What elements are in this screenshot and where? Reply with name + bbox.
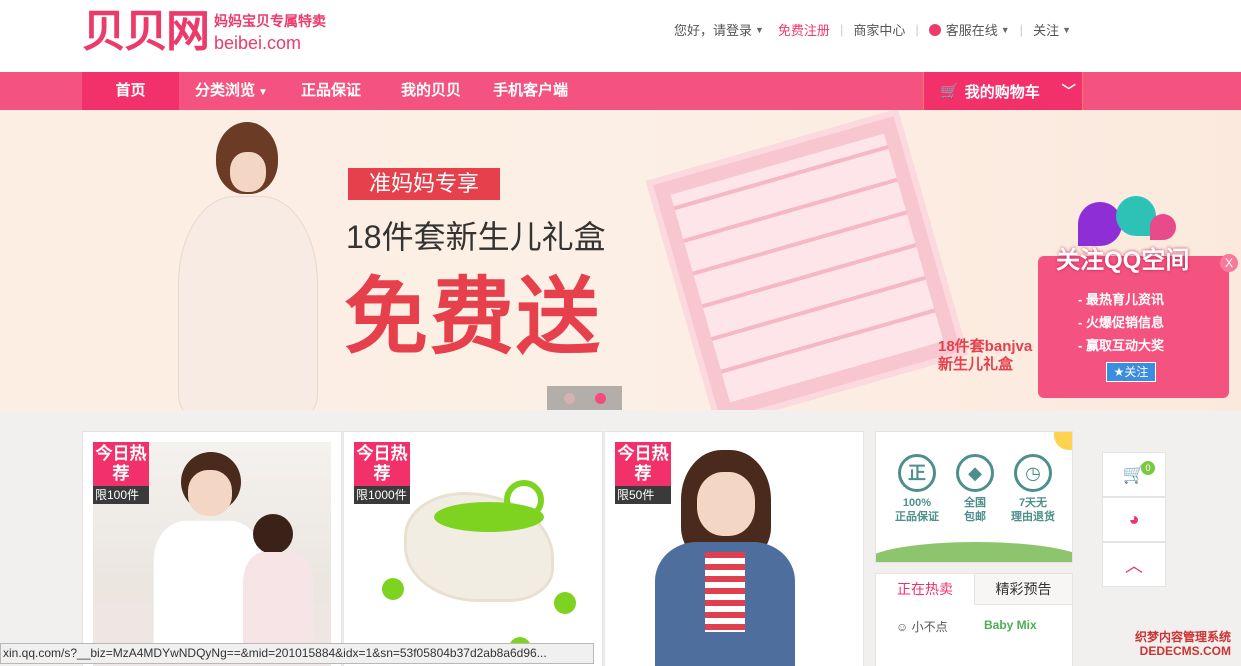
header: 贝贝网 妈妈宝贝专属特卖 beibei.com 您好， 请登录 ▼ 免费注册 | … xyxy=(0,0,1241,72)
nav-home[interactable]: 首页 xyxy=(82,72,179,110)
nav-categories[interactable]: 分类浏览 ▼ xyxy=(195,72,268,110)
top-links: 您好， 请登录 ▼ 免费注册 | 商家中心 | 客服在线 ▼ | 关注 ▼ xyxy=(674,20,1071,39)
qq-follow-button[interactable]: ★关注 xyxy=(1106,362,1156,382)
main-nav: 首页 分类浏览 ▼ 正品保证 我的贝贝 手机客户端 🛒 我的购物车 ﹀ xyxy=(0,72,1241,110)
sidebar-service-button[interactable]: ◕ xyxy=(1102,497,1166,542)
qq-widget-title: 关注QQ空间 xyxy=(1056,247,1190,274)
chevron-down-icon: ▼ xyxy=(1062,24,1071,35)
sun-icon xyxy=(1054,432,1072,450)
nav-genuine[interactable]: 正品保证 xyxy=(301,72,361,110)
cart-count-badge: 0 xyxy=(1141,461,1155,475)
logo-mark: 贝贝网 xyxy=(82,6,210,57)
gift-box-image xyxy=(645,110,969,410)
pregnant-woman-image xyxy=(168,122,318,410)
clock-icon: ◷ xyxy=(1014,454,1052,492)
headset-icon xyxy=(928,23,941,36)
hot-badge: 今日热荐 限1000件 xyxy=(354,442,410,504)
nav-my-beibei[interactable]: 我的贝贝 xyxy=(401,72,461,110)
product-card[interactable]: 今日热荐 限100件 xyxy=(82,431,342,666)
carousel-dots xyxy=(547,386,622,410)
logo-slogan: 妈妈宝贝专属特卖 xyxy=(214,12,326,29)
qq-follow-widget: 关注QQ空间 X - 最热育儿资讯 - 火爆促销信息 - 赢取互动大奖 ★关注 xyxy=(1038,196,1238,398)
logo[interactable]: 贝贝网 妈妈宝贝专属特卖 beibei.com xyxy=(82,8,326,56)
guarantee-panel: 正 100% 正品保证 ◆ 全国 包邮 ◷ 7天无 理由退货 xyxy=(875,431,1073,563)
divider: | xyxy=(839,22,844,37)
carousel-dot-1[interactable] xyxy=(563,392,575,404)
baby-face-icon: ☺ xyxy=(896,620,909,634)
register-link[interactable]: 免费注册 xyxy=(778,20,830,39)
sidebar-cart-button[interactable]: 🛒 0 xyxy=(1102,452,1166,497)
chevron-down-icon: ▼ xyxy=(258,87,268,98)
guarantee-genuine: 正 100% 正品保证 xyxy=(892,454,942,524)
back-to-top-button[interactable]: ︿ xyxy=(1102,542,1166,587)
customer-service-link[interactable]: 客服在线 ▼ xyxy=(928,20,1010,39)
cart-icon: 🛒 xyxy=(940,83,959,100)
close-icon[interactable]: X xyxy=(1220,254,1238,272)
grass-decoration xyxy=(876,542,1072,562)
nav-mobile-client[interactable]: 手机客户端 xyxy=(493,72,568,110)
headset-icon: ◕ xyxy=(1128,509,1140,529)
logo-domain: beibei.com xyxy=(214,32,302,53)
brand-logo-1[interactable]: ☺ 小不点 xyxy=(896,618,948,635)
guarantee-returns: ◷ 7天无 理由退货 xyxy=(1008,454,1058,524)
promo-tag: 准妈妈专享 xyxy=(348,168,500,200)
sale-tabs: 正在热卖 精彩预告 ☺ 小不点 Baby Mix xyxy=(875,573,1073,666)
chevron-down-icon: ▼ xyxy=(1000,24,1010,35)
chevron-down-icon: ﹀ xyxy=(1061,83,1076,99)
list-item: - 赢取互动大奖 xyxy=(1078,338,1164,353)
guarantee-free-shipping: ◆ 全国 包邮 xyxy=(950,454,1000,524)
china-map-icon: ◆ xyxy=(956,454,994,492)
product-card[interactable]: 今日热荐 限1000件 xyxy=(343,431,603,666)
product-card[interactable]: 今日热荐 限50件 xyxy=(604,431,864,666)
divider: | xyxy=(915,22,919,37)
tab-on-sale[interactable]: 正在热卖 xyxy=(876,574,974,605)
cart-button[interactable]: 🛒 我的购物车 ﹀ xyxy=(923,72,1083,110)
hot-badge: 今日热荐 限50件 xyxy=(615,442,671,504)
follow-link[interactable]: 关注 ▼ xyxy=(1033,20,1071,39)
login-link[interactable]: 请登录 ▼ xyxy=(713,20,764,39)
merchant-center-link[interactable]: 商家中心 xyxy=(853,20,905,39)
qq-widget-list: - 最热育儿资讯 - 火爆促销信息 - 赢取互动大奖 xyxy=(1078,288,1164,357)
floating-toolbar: 🛒 0 ◕ ︿ xyxy=(1102,452,1166,587)
list-item: - 最热育儿资讯 xyxy=(1078,292,1164,307)
product-label: 18件套banjva 新生儿礼盒 xyxy=(938,338,1033,373)
hot-badge: 今日热荐 限100件 xyxy=(93,442,149,504)
brand-logo-2[interactable]: Baby Mix xyxy=(984,618,1037,632)
chevron-up-icon: ︿ xyxy=(1125,555,1143,576)
greeting: 您好， xyxy=(673,23,713,38)
tab-preview[interactable]: 精彩预告 xyxy=(974,574,1072,605)
carousel-dot-2[interactable] xyxy=(594,392,606,404)
genuine-icon: 正 xyxy=(898,454,936,492)
divider: | xyxy=(1019,22,1024,37)
browser-status-bar: xin.qq.com/s?__biz=MzA4MDYwNDQyNg==&mid=… xyxy=(0,643,594,664)
chevron-down-icon: ▼ xyxy=(755,24,764,35)
list-item: - 火爆促销信息 xyxy=(1078,315,1164,330)
watermark: 织梦内容管理系统 DEDECMS.COM xyxy=(1134,630,1231,658)
promo-headline: 免费送 xyxy=(344,270,603,364)
